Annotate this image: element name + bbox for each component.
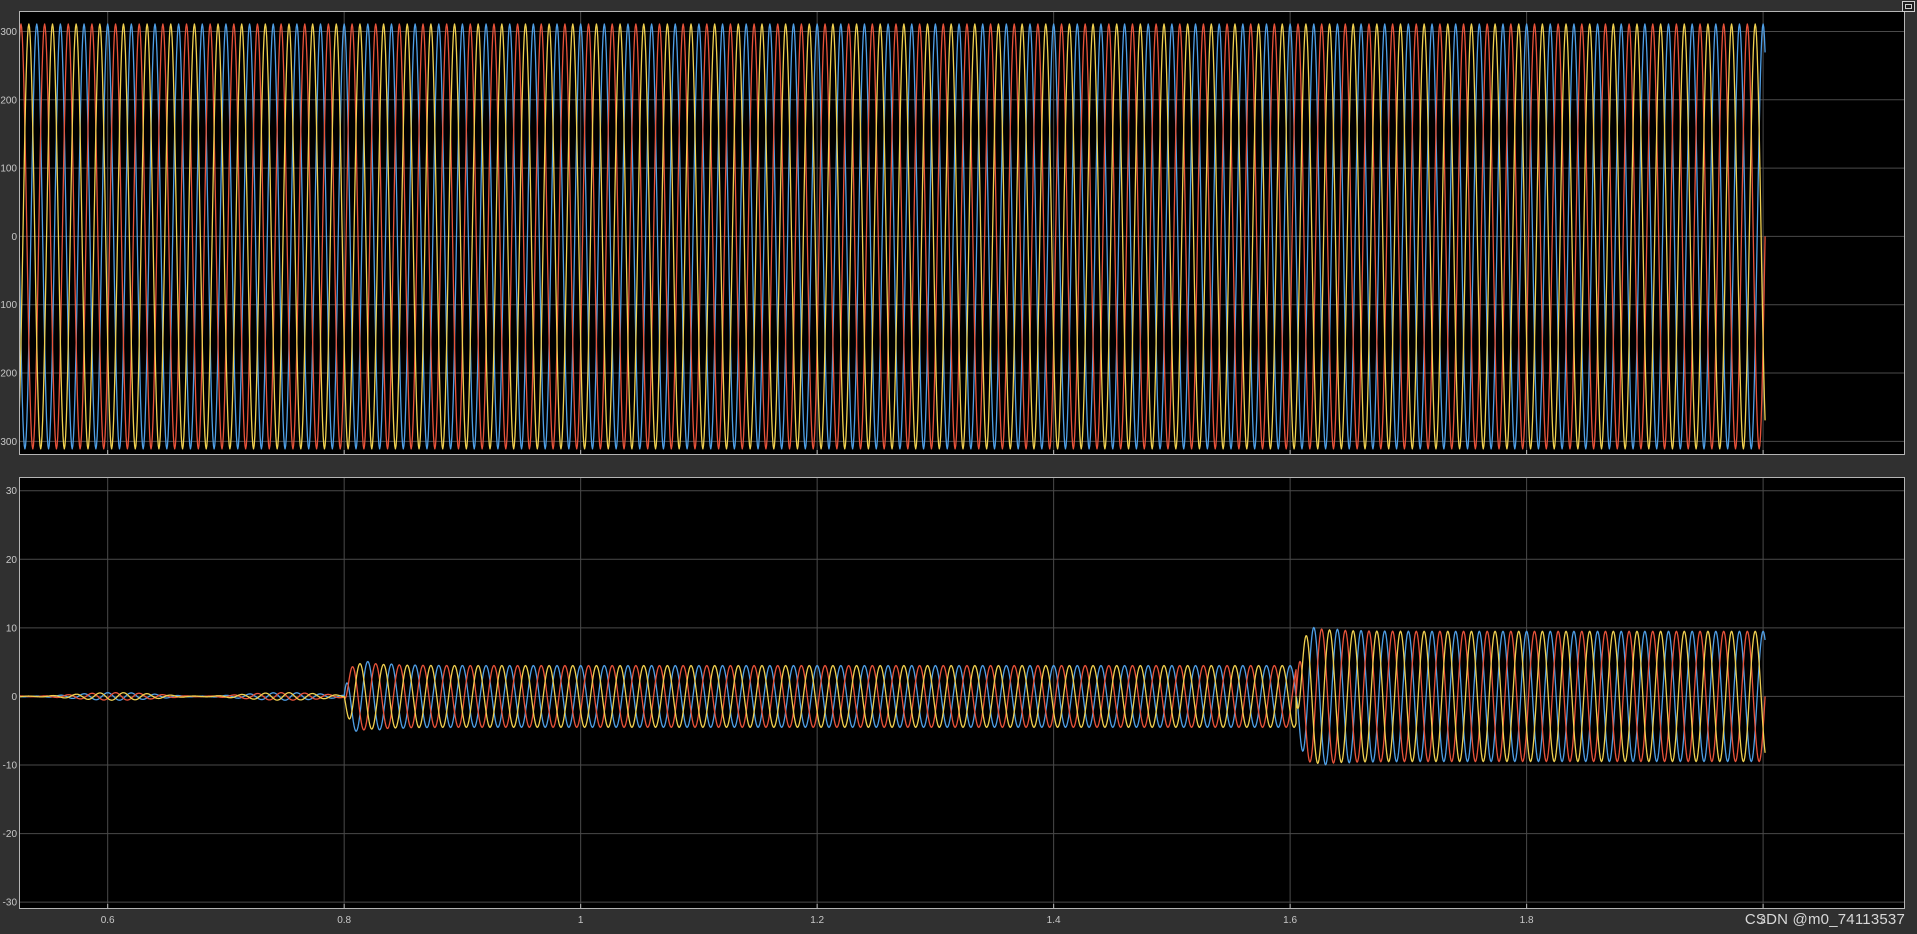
scope-window: 3002001000-100-200-3000.60.811.21.41.61.… [0, 0, 1917, 934]
y-tick-label: 300 [0, 27, 17, 38]
scope-plot-area: 3002001000-100-200-3000.60.811.21.41.61.… [0, 11, 1905, 926]
y-tick-label: 200 [0, 95, 17, 106]
y-tick-label: -10 [3, 761, 18, 772]
y-tick-label: 10 [6, 623, 18, 634]
x-tick-label: 0.6 [101, 915, 115, 926]
y-tick-label: -100 [0, 300, 17, 311]
y-tick-label: 20 [6, 555, 18, 566]
x-tick-label: 0.8 [337, 915, 351, 926]
y-tick-label: 100 [0, 164, 17, 175]
y-tick-label: 0 [11, 692, 17, 703]
y-tick-label: 30 [6, 486, 18, 497]
x-tick-label: 1 [578, 915, 584, 926]
y-tick-label: 0 [11, 232, 17, 243]
y-tick-label: -200 [0, 369, 17, 380]
y-tick-label: -300 [0, 437, 17, 448]
x-tick-label: 1.2 [810, 915, 824, 926]
y-tick-label: -20 [3, 829, 18, 840]
x-tick-label: 1.4 [1047, 915, 1061, 926]
x-tick-label: 1.6 [1283, 915, 1297, 926]
x-tick-label: 1.8 [1520, 915, 1534, 926]
scope-axes-1: 300 200 100 0 -100 -200 -300 [0, 11, 1905, 455]
y-tick-label: -30 [3, 898, 18, 909]
watermark-text: CSDN @m0_74113537 [1744, 911, 1905, 928]
scope-axes-2: 0.6 0.8 1 1.2 1.4 1.6 1.8 23020100-10-20-30 [3, 477, 1905, 926]
window-restore-icon[interactable] [1902, 1, 1915, 12]
